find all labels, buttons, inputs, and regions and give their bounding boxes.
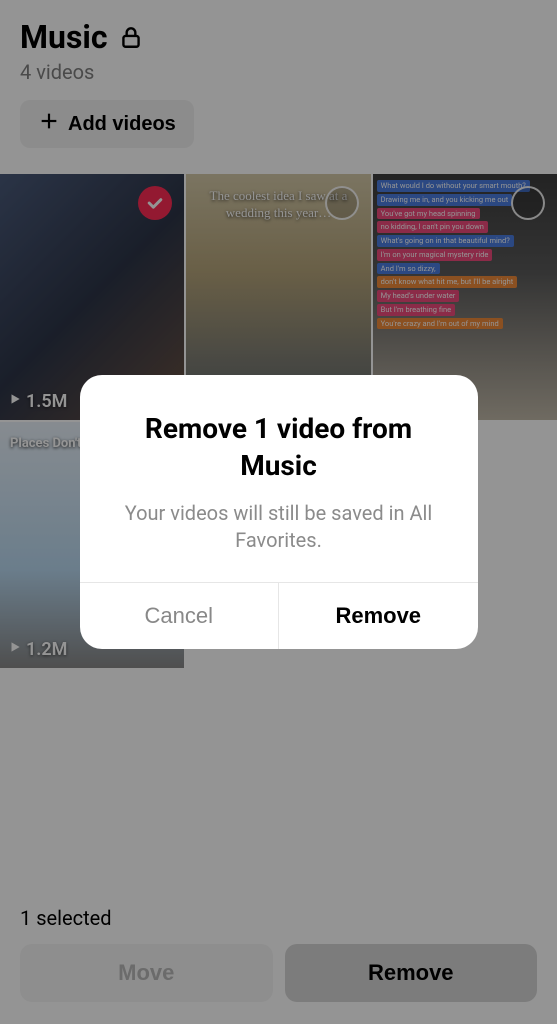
confirm-remove-button[interactable]: Remove: [279, 583, 478, 649]
dialog-title: Remove 1 video from Music: [106, 411, 452, 484]
cancel-button[interactable]: Cancel: [80, 583, 280, 649]
confirm-dialog: Remove 1 video from Music Your videos wi…: [80, 375, 478, 649]
dialog-description: Your videos will still be saved in All F…: [106, 500, 452, 554]
modal-overlay[interactable]: Remove 1 video from Music Your videos wi…: [0, 0, 557, 1024]
